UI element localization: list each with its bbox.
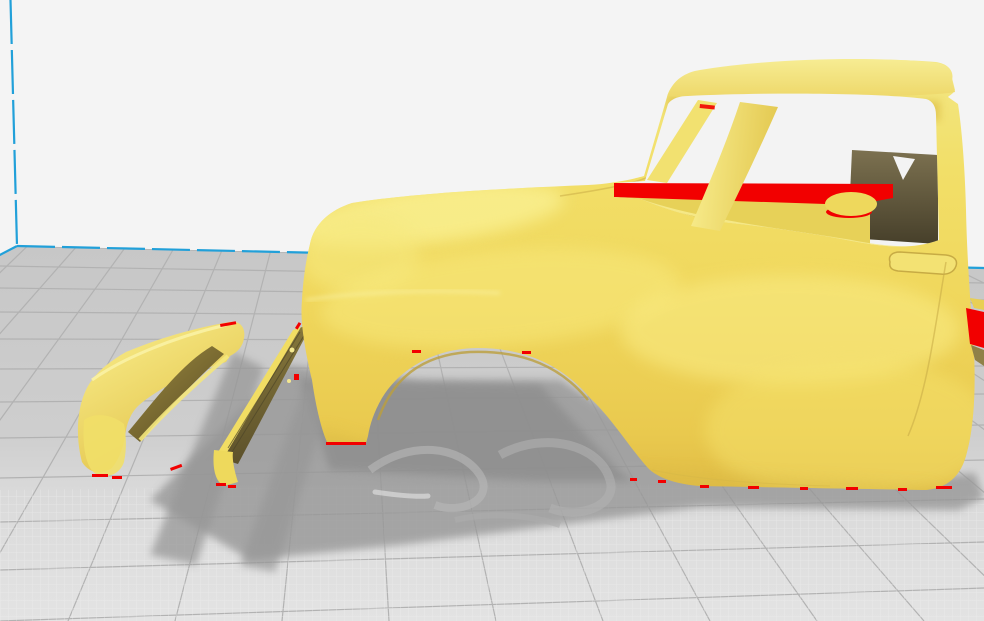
grille-detail-dot (287, 379, 291, 383)
slicer-3d-viewport[interactable] (0, 0, 984, 621)
grille-detail-dot (290, 348, 295, 353)
bumper-foot-face (84, 415, 126, 476)
dash-instrument-pod (825, 192, 877, 216)
